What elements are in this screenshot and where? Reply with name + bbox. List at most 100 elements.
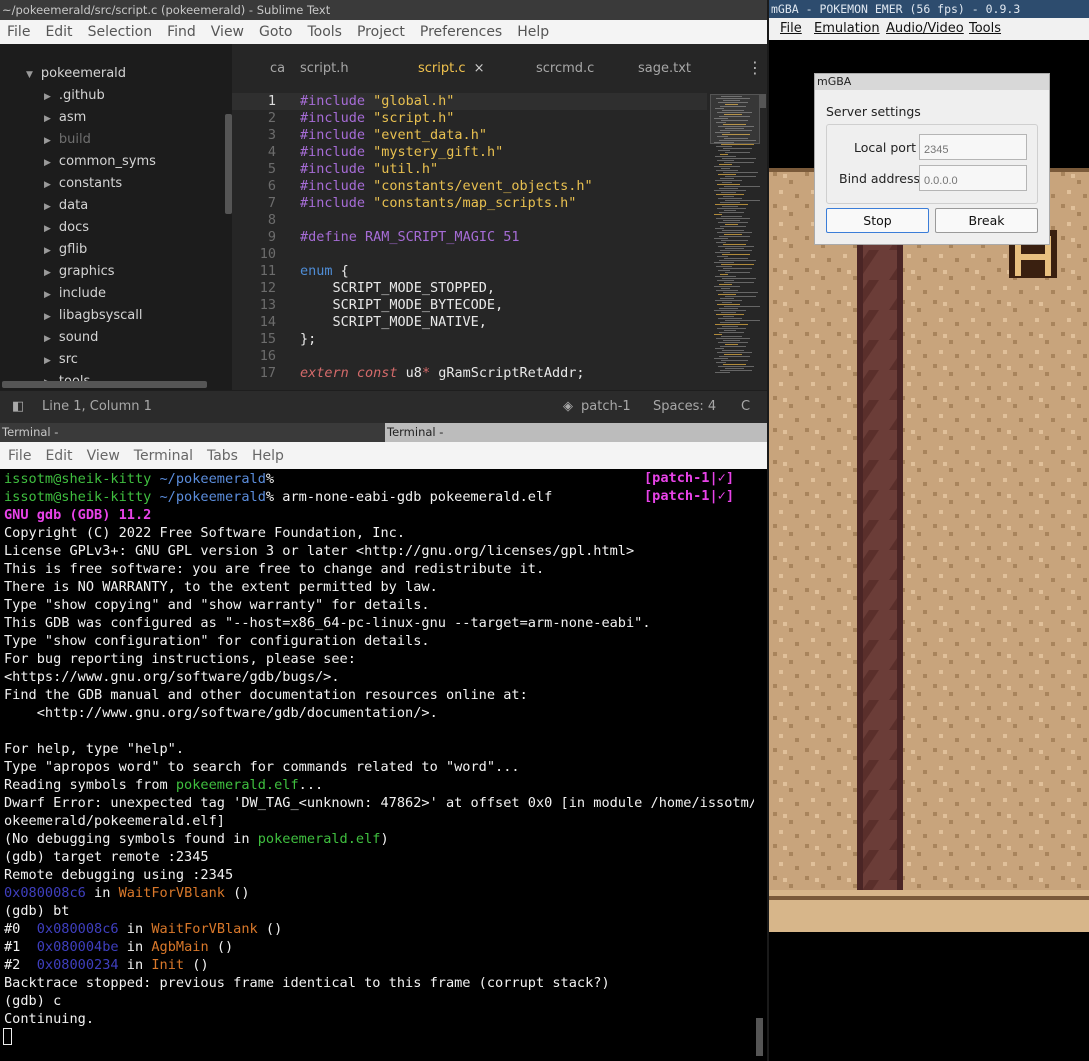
sublime-menu-file[interactable]: File xyxy=(7,24,30,40)
minimap-viewport[interactable] xyxy=(710,94,760,144)
collapsed-arrow-icon: ▶ xyxy=(44,356,51,366)
folder-item[interactable]: ▶ common_syms xyxy=(44,154,156,169)
line-number: 12 xyxy=(259,280,276,296)
terminal-scrollbar[interactable] xyxy=(756,1018,763,1056)
mgba-menu-audio-video[interactable]: Audio/Video xyxy=(886,21,964,36)
sublime-menu-edit[interactable]: Edit xyxy=(45,24,72,40)
tab-close-icon[interactable]: × xyxy=(474,61,485,76)
sublime-menu-project[interactable]: Project xyxy=(357,24,405,40)
sidebar-vscrollbar[interactable] xyxy=(225,114,232,214)
sublime-menu-tools[interactable]: Tools xyxy=(307,24,342,40)
local-port-input[interactable] xyxy=(919,134,1027,160)
terminal-line: Copyright (C) 2022 Free Software Foundat… xyxy=(4,524,405,542)
folder-item[interactable]: ▶ build xyxy=(44,132,91,147)
status-position[interactable]: Line 1, Column 1 xyxy=(42,399,152,414)
terminal-text: in xyxy=(118,957,152,973)
dialog-title: mGBA xyxy=(815,74,1049,90)
terminal-text: (gdb) target remote :2345 xyxy=(4,849,209,865)
sidebar-toggle-icon[interactable]: ◧ xyxy=(12,399,24,414)
terminal-line: (gdb) bt xyxy=(4,902,69,920)
folder-item[interactable]: ▶ src xyxy=(44,352,78,367)
sublime-menu-view[interactable]: View xyxy=(211,24,244,40)
line-number: 5 xyxy=(267,161,276,177)
terminal-line: 0x080008c6 in WaitForVBlank () xyxy=(4,884,250,902)
tab-scrcmd-c[interactable]: scrcmd.c xyxy=(536,61,594,76)
folder-item[interactable]: ▶ .github xyxy=(44,88,105,103)
editor-vscrollbar[interactable] xyxy=(760,94,766,108)
mgba-menu-file[interactable]: File xyxy=(780,21,802,36)
code-line: SCRIPT_MODE_STOPPED, xyxy=(300,280,496,296)
terminal-menu-tabs[interactable]: Tabs xyxy=(207,448,238,464)
terminal-title-inactive[interactable]: Terminal - xyxy=(2,425,58,439)
terminal-text: <http://www.gnu.org/software/gdb/documen… xyxy=(4,705,438,721)
code-token: SCRIPT_MODE_BYTECODE, xyxy=(300,297,504,313)
folder-item[interactable]: ▶ constants xyxy=(44,176,122,191)
terminal-menu-file[interactable]: File xyxy=(8,448,31,464)
sublime-title: ~/pokeemerald/src/script.c (pokeemerald)… xyxy=(0,0,767,20)
break-button[interactable]: Break xyxy=(935,208,1038,233)
tab-ca[interactable]: ca xyxy=(270,61,285,76)
folder-item[interactable]: ▶ libagbsyscall xyxy=(44,308,142,323)
terminal-line: <https://www.gnu.org/software/gdb/bugs/>… xyxy=(4,668,340,686)
terminal-menu-help[interactable]: Help xyxy=(252,448,284,464)
folder-root[interactable]: ▼ pokeemerald xyxy=(26,66,126,81)
terminal-text: issotm@sheik-kitty xyxy=(4,489,160,505)
sidebar-hscrollbar[interactable] xyxy=(2,381,207,388)
terminal-title-active[interactable]: Terminal - xyxy=(385,423,767,442)
sublime-menu-selection[interactable]: Selection xyxy=(88,24,153,40)
tab-script-h[interactable]: script.h xyxy=(300,61,349,76)
code-token: #include xyxy=(300,178,374,194)
collapsed-arrow-icon: ▶ xyxy=(44,158,51,168)
line-number: 13 xyxy=(259,297,276,313)
collapsed-arrow-icon: ▶ xyxy=(44,334,51,344)
terminal-menu-view[interactable]: View xyxy=(87,448,120,464)
collapsed-arrow-icon: ▶ xyxy=(44,290,51,300)
folder-item[interactable]: ▶ data xyxy=(44,198,88,213)
tab-script-c[interactable]: script.c × xyxy=(418,61,485,76)
status-syntax[interactable]: C xyxy=(741,399,750,414)
code-line: }; xyxy=(300,331,316,347)
tab-overflow-menu-icon[interactable]: ⋮ xyxy=(747,58,763,77)
terminal-text: Type "apropos word" to search for comman… xyxy=(4,759,520,775)
tab-sage-txt[interactable]: sage.txt xyxy=(638,61,691,76)
terminal-text: 0x080008c6 xyxy=(4,885,86,901)
terminal-text: pokeemerald.elf xyxy=(257,831,381,847)
terminal-menu-edit[interactable]: Edit xyxy=(45,448,72,464)
terminal-text: Init xyxy=(151,957,185,973)
folder-item[interactable]: ▶ sound xyxy=(44,330,98,345)
folder-item[interactable]: ▶ include xyxy=(44,286,106,301)
status-branch[interactable]: patch-1 xyxy=(581,399,631,414)
terminal-line: This is free software: you are free to c… xyxy=(4,560,544,578)
folder-item[interactable]: ▶ asm xyxy=(44,110,86,125)
mgba-menu-tools[interactable]: Tools xyxy=(969,21,1001,36)
tab-script-c-label: script.c xyxy=(418,61,466,76)
line-number: 6 xyxy=(267,178,276,194)
status-bar: ◧ Line 1, Column 1 ◈ patch-1 Spaces: 4 C xyxy=(0,390,767,423)
terminal-output[interactable]: issotm@sheik-kitty ~/pokeemerald% issotm@… xyxy=(2,470,754,1060)
status-indentation[interactable]: Spaces: 4 xyxy=(653,399,716,414)
stop-button[interactable]: Stop xyxy=(826,208,929,233)
sublime-window: ~/pokeemerald/src/script.c (pokeemerald)… xyxy=(0,0,767,423)
terminal-line: #1 0x080004be in AgbMain () xyxy=(4,938,233,956)
sublime-menu-goto[interactable]: Goto xyxy=(259,24,292,40)
terminal-menu-terminal[interactable]: Terminal xyxy=(134,448,193,464)
folder-item[interactable]: ▶ docs xyxy=(44,220,89,235)
terminal-text: 0x08000234 xyxy=(36,957,119,973)
mgba-window: mGBA - POKEMON EMER (56 fps) - 0.9.3 Fil… xyxy=(769,0,1089,1061)
bind-address-input[interactable] xyxy=(919,165,1027,191)
sublime-menu-help[interactable]: Help xyxy=(517,24,549,40)
folder-item[interactable]: ▶ graphics xyxy=(44,264,115,279)
terminal-text: WaitForVBlank xyxy=(118,885,225,901)
sublime-menu-preferences[interactable]: Preferences xyxy=(420,24,502,40)
terminal-text: Copyright (C) 2022 Free Software Foundat… xyxy=(4,525,406,541)
terminal-text: This is free software: you are free to c… xyxy=(4,561,545,577)
code-line: #include "constants/map_scripts.h" xyxy=(300,195,576,211)
sublime-menu-find[interactable]: Find xyxy=(167,24,196,40)
mgba-menu-emulation[interactable]: Emulation xyxy=(814,21,880,36)
minimap[interactable] xyxy=(710,94,762,384)
terminal-text: (No debugging symbols found in xyxy=(4,831,258,847)
terminal-text: ~/pokeemerald xyxy=(159,471,266,487)
terminal-text: okeemerald/pokeemerald.elf] xyxy=(4,813,225,829)
folder-item[interactable]: ▶ gflib xyxy=(44,242,87,257)
code-token: "util.h" xyxy=(373,161,439,177)
